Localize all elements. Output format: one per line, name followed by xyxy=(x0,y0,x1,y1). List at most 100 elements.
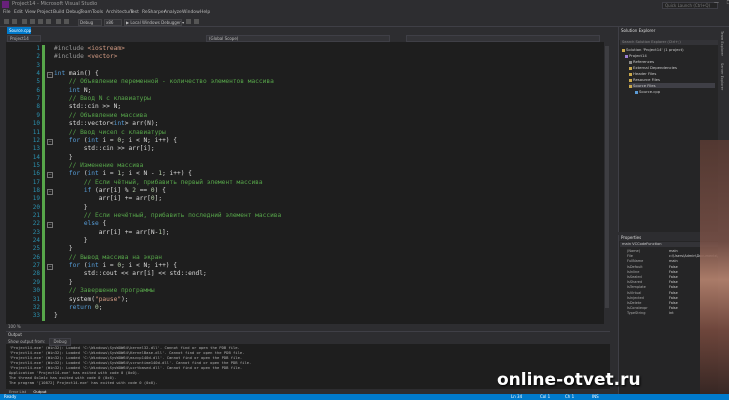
property-name: FullName xyxy=(627,259,644,264)
fold-toggle-icon[interactable]: − xyxy=(47,172,53,179)
platform-select[interactable]: x86 xyxy=(104,19,122,26)
forward-icon[interactable] xyxy=(12,19,17,24)
open-icon[interactable] xyxy=(30,19,35,24)
status-line: Ln 34 xyxy=(511,394,523,399)
change-indicator xyxy=(42,312,45,322)
code-line[interactable]: return 0; xyxy=(54,304,103,311)
code-line[interactable]: // Завершение программы xyxy=(54,287,155,294)
code-line[interactable]: // Вывод массива на экран xyxy=(54,254,162,261)
code-line[interactable]: arr[i] += arr[0]; xyxy=(54,195,162,202)
code-line[interactable]: } xyxy=(54,312,58,319)
tree-references[interactable]: References xyxy=(629,59,654,64)
solution-search-input[interactable]: Search Solution Explorer (Ctrl+;) xyxy=(620,40,718,45)
code-line[interactable]: // Если нечётный, прибавить последний эл… xyxy=(54,212,281,219)
code-line[interactable]: } xyxy=(54,237,88,244)
fold-toggle-icon[interactable]: − xyxy=(47,138,53,145)
menu-test[interactable]: Test xyxy=(130,10,139,15)
comment-icon[interactable] xyxy=(194,19,199,24)
code-line[interactable]: for (int i = 1; i < N - 1; i++) { xyxy=(54,170,192,177)
tab-source-cpp[interactable]: Source.cpp xyxy=(7,27,31,34)
fold-toggle-icon[interactable]: − xyxy=(47,264,53,271)
code-line[interactable]: // Объявление массива xyxy=(54,112,147,119)
code-line[interactable]: } xyxy=(54,154,73,161)
new-project-icon[interactable] xyxy=(22,19,27,24)
editor-scrollbar-thumb[interactable] xyxy=(605,46,609,308)
scope-combo[interactable]: (Global Scope) xyxy=(206,35,390,42)
code-line[interactable]: for (int i = 0; i < N; i++) { xyxy=(54,137,177,144)
code-line[interactable]: if (arr[i] % 2 == 0) { xyxy=(54,187,166,194)
tree-header-files[interactable]: Header Files xyxy=(629,71,656,76)
property-value[interactable]: False xyxy=(669,285,678,289)
save-icon[interactable] xyxy=(38,19,43,24)
code-line[interactable]: std::cin >> arr[i]; xyxy=(54,145,155,152)
fold-toggle-icon[interactable]: − xyxy=(47,188,53,195)
menu-help[interactable]: Help xyxy=(200,10,210,15)
menu-edit[interactable]: Edit xyxy=(14,10,23,15)
code-editor[interactable]: 1 2 3 4 5 6 7 8 9 10 11 12 13 14 15 16 17 18 19 20 21 22 23 24 2… xyxy=(6,42,610,324)
tree-project[interactable]: Project14 xyxy=(625,53,647,58)
tree-external-dependencies[interactable]: External Dependencies xyxy=(629,65,677,70)
code-line[interactable]: arr[i] += arr[N-1]; xyxy=(54,229,170,236)
code-line[interactable]: // Ввод чисел с клавиатуры xyxy=(54,129,166,136)
code-line[interactable]: } xyxy=(54,245,73,252)
start-debugger-button[interactable]: ▶ Local Windows Debugger ▾ xyxy=(124,19,184,26)
menu-project[interactable]: Project xyxy=(37,10,52,15)
property-value[interactable]: False xyxy=(669,291,678,295)
code-line[interactable]: // Ввод N с клавиатуры xyxy=(54,95,151,102)
menu-tools[interactable]: Tools xyxy=(92,10,103,15)
menu-window[interactable]: Window xyxy=(182,10,200,15)
property-value[interactable]: main xyxy=(669,259,678,263)
property-value[interactable]: False xyxy=(669,265,678,269)
breakpoint-icon[interactable] xyxy=(186,19,191,24)
window-controls[interactable]: — ❐ ✕ xyxy=(714,0,729,6)
project-combo[interactable]: Project14 xyxy=(7,35,41,42)
back-icon[interactable] xyxy=(4,19,9,24)
save-all-icon[interactable] xyxy=(46,19,51,24)
property-value[interactable]: False xyxy=(669,301,678,305)
menu-build[interactable]: Build xyxy=(53,10,64,15)
editor-scrollbar[interactable] xyxy=(604,42,610,324)
property-value[interactable]: False xyxy=(669,306,678,310)
property-value[interactable]: False xyxy=(669,270,678,274)
menu-team[interactable]: Team xyxy=(80,10,92,15)
menu-resharper[interactable]: ReSharper xyxy=(142,10,165,15)
tree-source-cpp[interactable]: Source.cpp xyxy=(635,89,660,94)
code-line[interactable]: std::cin >> N; xyxy=(54,103,121,110)
quick-launch-input[interactable]: Quick Launch (Ctrl+Q) xyxy=(662,2,718,9)
config-select[interactable]: Debug xyxy=(78,19,102,26)
code-line[interactable]: // Изменение массива xyxy=(54,162,144,169)
code-line[interactable]: else { xyxy=(54,220,106,227)
property-value[interactable]: main xyxy=(669,249,678,253)
property-value[interactable]: int xyxy=(669,311,674,315)
tab-server-explorer[interactable]: Server Explorer xyxy=(720,63,724,90)
zoom-level[interactable]: 100 % xyxy=(6,324,612,330)
menu-debug[interactable]: Debug xyxy=(66,10,81,15)
menu-view[interactable]: View xyxy=(25,10,36,15)
tree-solution[interactable]: Solution 'Project14' (1 project) xyxy=(622,47,684,52)
code-line[interactable]: int N; xyxy=(54,87,91,94)
property-value[interactable]: False xyxy=(669,296,678,300)
code-line[interactable]: std::vector<int> arr(N); xyxy=(54,120,158,127)
tree-resource-files[interactable]: Resource Files xyxy=(629,77,660,82)
menu-file[interactable]: File xyxy=(3,10,11,15)
member-combo[interactable] xyxy=(406,35,600,42)
code-line[interactable]: // Объявление переменной - количество эл… xyxy=(54,78,274,85)
code-line[interactable]: } xyxy=(54,204,88,211)
code-line[interactable]: int main() { xyxy=(54,70,99,77)
code-line[interactable]: } xyxy=(54,279,73,286)
fold-toggle-icon[interactable]: − xyxy=(47,222,53,229)
code-line[interactable]: system("pause"); xyxy=(54,296,129,303)
code-line[interactable]: #include <vector> xyxy=(54,53,117,60)
code-line[interactable]: std::cout << arr[i] << std::endl; xyxy=(54,270,207,277)
tab-team-explorer[interactable]: Team Explorer xyxy=(720,31,724,56)
code-line[interactable]: for (int i = 0; i < N; i++) { xyxy=(54,262,177,269)
code-line[interactable]: // Если чётный, прибавить первый элемент… xyxy=(54,179,263,186)
menu-analyze[interactable]: Analyze xyxy=(164,10,182,15)
fold-toggle-icon[interactable]: − xyxy=(47,72,53,79)
redo-icon[interactable] xyxy=(64,19,69,24)
code-line[interactable]: #include <iostream> xyxy=(54,45,125,52)
tree-source-files[interactable]: Source Files xyxy=(629,83,715,88)
undo-icon[interactable] xyxy=(56,19,61,24)
property-value[interactable]: False xyxy=(669,280,678,284)
property-value[interactable]: False xyxy=(669,275,678,279)
